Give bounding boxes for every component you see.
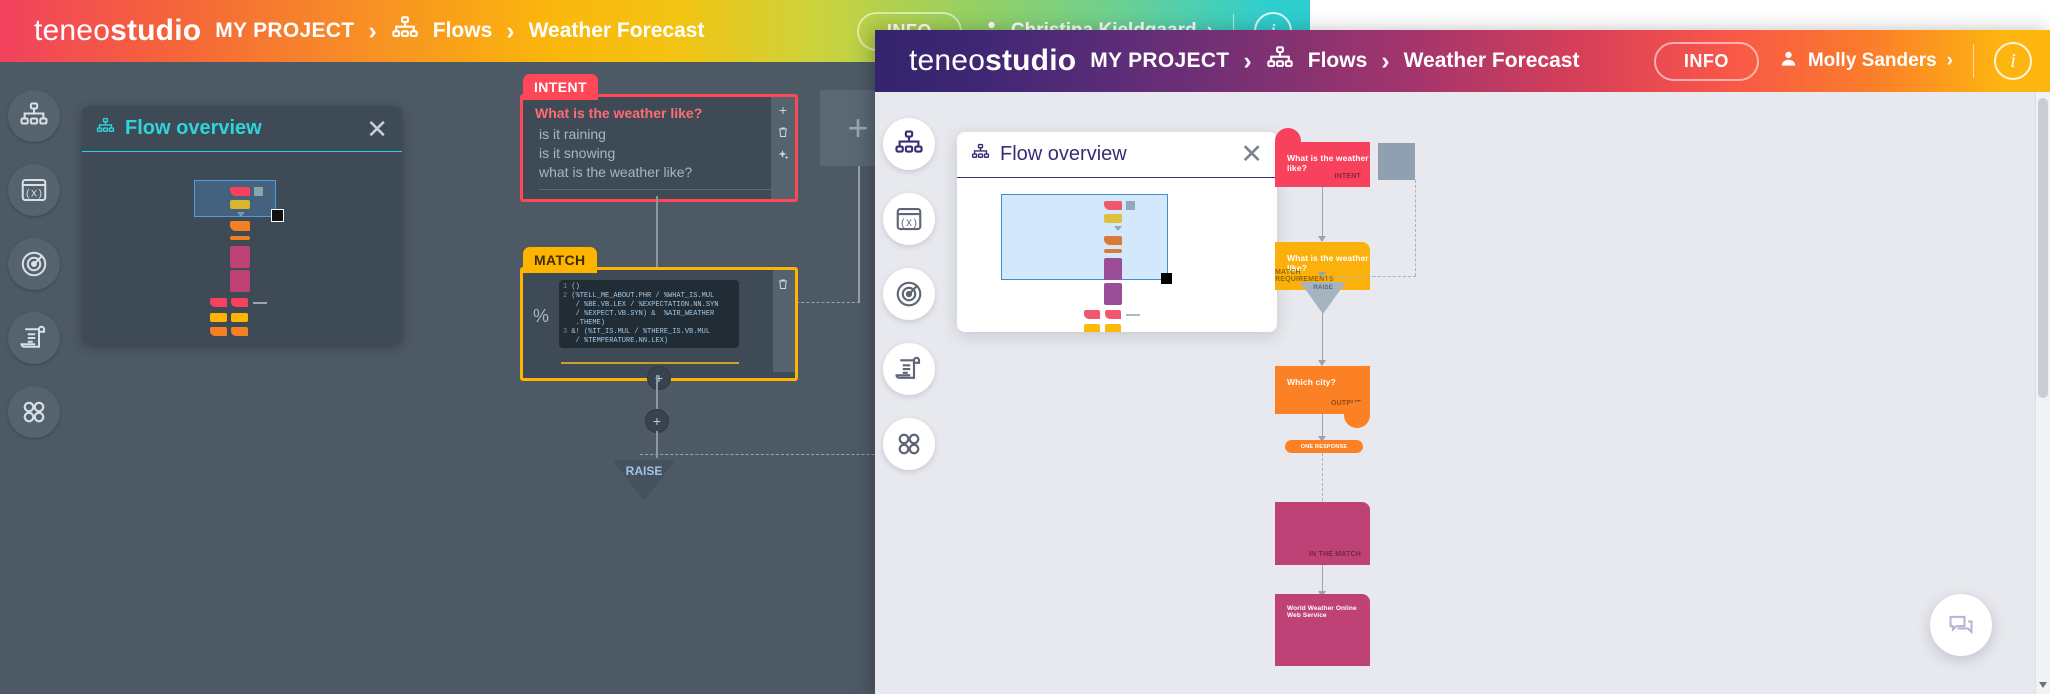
- app-logo[interactable]: teneostudio: [909, 44, 1076, 78]
- intent-example[interactable]: what is the weather like?: [523, 161, 795, 180]
- code-line-number: 2: [563, 292, 567, 300]
- code-line: &! (%IT_IS.MUL / %THERE_IS.VB.MUL: [571, 328, 710, 336]
- sparkle-icon[interactable]: [777, 149, 789, 163]
- flow-node-tag: IN THE MATCH: [1309, 551, 1361, 558]
- raise-node-label: RAISE: [612, 464, 676, 478]
- breadcrumb-project[interactable]: MY PROJECT: [215, 19, 354, 43]
- raise-node[interactable]: RAISE: [612, 460, 676, 508]
- screen: teneostudio MY PROJECT › Flows › Weather…: [0, 0, 2050, 694]
- delete-icon[interactable]: [777, 278, 789, 293]
- intent-example[interactable]: is it raining: [523, 123, 795, 142]
- intent-node-tag: INTENT: [523, 74, 598, 100]
- canvas-scrollbar[interactable]: [2035, 92, 2050, 694]
- scrollbar-thumb[interactable]: [2038, 98, 2048, 398]
- foreground-window-header: teneostudio MY PROJECT › Flows › Weather…: [875, 30, 2050, 92]
- foreground-window: teneostudio MY PROJECT › Flows › Weather…: [875, 30, 2050, 694]
- intent-node-title: What is the weather like?: [523, 97, 795, 123]
- connector: [1322, 565, 1323, 592]
- brand-light: teneo: [909, 44, 985, 77]
- connector-dashed: [1415, 180, 1416, 276]
- code-line-number: 1: [563, 283, 567, 291]
- connector-arrowhead: [1318, 272, 1326, 278]
- connector: [656, 196, 658, 267]
- flow-node-tag: INTENT: [1335, 173, 1361, 180]
- add-example-icon[interactable]: +: [779, 103, 787, 117]
- info-button[interactable]: INFO: [1654, 42, 1759, 81]
- background-breadcrumb: teneostudio MY PROJECT › Flows › Weather…: [0, 14, 704, 48]
- match-node-toolbar: [773, 270, 795, 372]
- foreground-canvas: What is the weather like? INTENT What is…: [875, 92, 2050, 694]
- intent-example[interactable]: is it snowing: [523, 142, 795, 161]
- chevron-right-icon: ›: [368, 17, 376, 46]
- flow-node-title: Which city?: [1275, 366, 1370, 387]
- connector: [1322, 414, 1323, 437]
- intent-input-rule: [539, 189, 781, 190]
- breadcrumb-flows[interactable]: Flows: [433, 19, 493, 43]
- delete-icon[interactable]: [777, 126, 789, 140]
- connector: [1322, 316, 1323, 361]
- one-response-label: ONE RESPONSE: [1301, 444, 1347, 450]
- intent-node-toolbar: +: [771, 97, 795, 199]
- breadcrumb-flow-name: Weather Forecast: [529, 19, 705, 43]
- chat-icon: [1947, 611, 1975, 639]
- match-node-tag: MATCH: [523, 247, 597, 273]
- brand-bold: studio: [110, 14, 201, 47]
- chevron-right-icon-2: ›: [506, 17, 514, 46]
- connector: [656, 375, 658, 409]
- connector: [858, 166, 860, 302]
- avatar-icon: [1779, 49, 1798, 74]
- flow-node-raise[interactable]: RAISE: [1300, 282, 1346, 316]
- one-response-badge[interactable]: ONE RESPONSE: [1285, 440, 1363, 453]
- user-menu[interactable]: Molly Sanders ›: [1779, 49, 1953, 74]
- app-logo[interactable]: teneostudio: [34, 14, 201, 48]
- connector: [1322, 187, 1323, 237]
- intent-node[interactable]: INTENT What is the weather like? is it r…: [520, 94, 798, 202]
- flow-node-placeholder[interactable]: [1378, 143, 1415, 180]
- code-line: / %EXPECT.VB.SYN) & %AIR_WEATHER: [567, 310, 714, 318]
- code-line: (): [571, 283, 579, 291]
- connector-dashed: [1322, 276, 1416, 277]
- foreground-breadcrumb: teneostudio MY PROJECT › Flows › Weather…: [875, 44, 1579, 78]
- code-line-number: 3: [563, 328, 567, 336]
- match-underline: [561, 362, 739, 364]
- chat-button[interactable]: [1930, 594, 1992, 656]
- flow-node-in-the-match[interactable]: IN THE MATCH: [1275, 502, 1370, 565]
- scroll-down-icon[interactable]: [2039, 682, 2047, 688]
- connector-dashed: [1322, 453, 1323, 501]
- raise-node-label: RAISE: [1300, 284, 1346, 291]
- help-info-icon[interactable]: i: [1994, 42, 2032, 80]
- header-divider: [1973, 44, 1974, 78]
- flow-node-title: What is the weather like?: [1275, 142, 1370, 173]
- foreground-header-actions: INFO Molly Sanders › i: [1654, 30, 2032, 92]
- chevron-right-icon-2: ›: [1381, 47, 1389, 76]
- brand-light: teneo: [34, 14, 110, 47]
- match-code-editor[interactable]: 1 () 2 (%TELL_ME_ABOUT.PHR / %WHAT_IS.MU…: [559, 280, 739, 348]
- code-line: / %TEMPERATURE.NN.LEX): [567, 337, 668, 345]
- brand-bold: studio: [985, 44, 1076, 77]
- flow-node-title: World Weather Online Web Service: [1275, 594, 1370, 619]
- add-step-button[interactable]: +: [645, 409, 669, 433]
- code-line: .THEME): [567, 319, 605, 327]
- code-line: / %BE.VB.LEX / %EXPECTATION.NN.SYN: [567, 301, 718, 309]
- user-chevron-icon: ›: [1947, 50, 1953, 72]
- flow-node-intent[interactable]: What is the weather like? INTENT: [1275, 142, 1370, 187]
- match-add-button[interactable]: +: [647, 366, 671, 390]
- match-percent-label: %: [533, 306, 549, 327]
- chevron-right-icon: ›: [1243, 47, 1251, 76]
- user-name: Molly Sanders: [1808, 50, 1937, 72]
- code-line: (%TELL_ME_ABOUT.PHR / %WHAT_IS.MUL: [571, 292, 714, 300]
- breadcrumb-project[interactable]: MY PROJECT: [1090, 49, 1229, 73]
- flows-breadcrumb-icon: [391, 15, 419, 48]
- flows-breadcrumb-icon: [1266, 45, 1294, 78]
- breadcrumb-flow-name: Weather Forecast: [1404, 49, 1580, 73]
- flow-node-web-service[interactable]: World Weather Online Web Service: [1275, 594, 1370, 666]
- match-node[interactable]: MATCH % 1 () 2 (%TELL_ME_ABOUT.PHR / %WH…: [520, 267, 798, 381]
- output-node-knob: [1344, 402, 1370, 428]
- breadcrumb-flows[interactable]: Flows: [1308, 49, 1368, 73]
